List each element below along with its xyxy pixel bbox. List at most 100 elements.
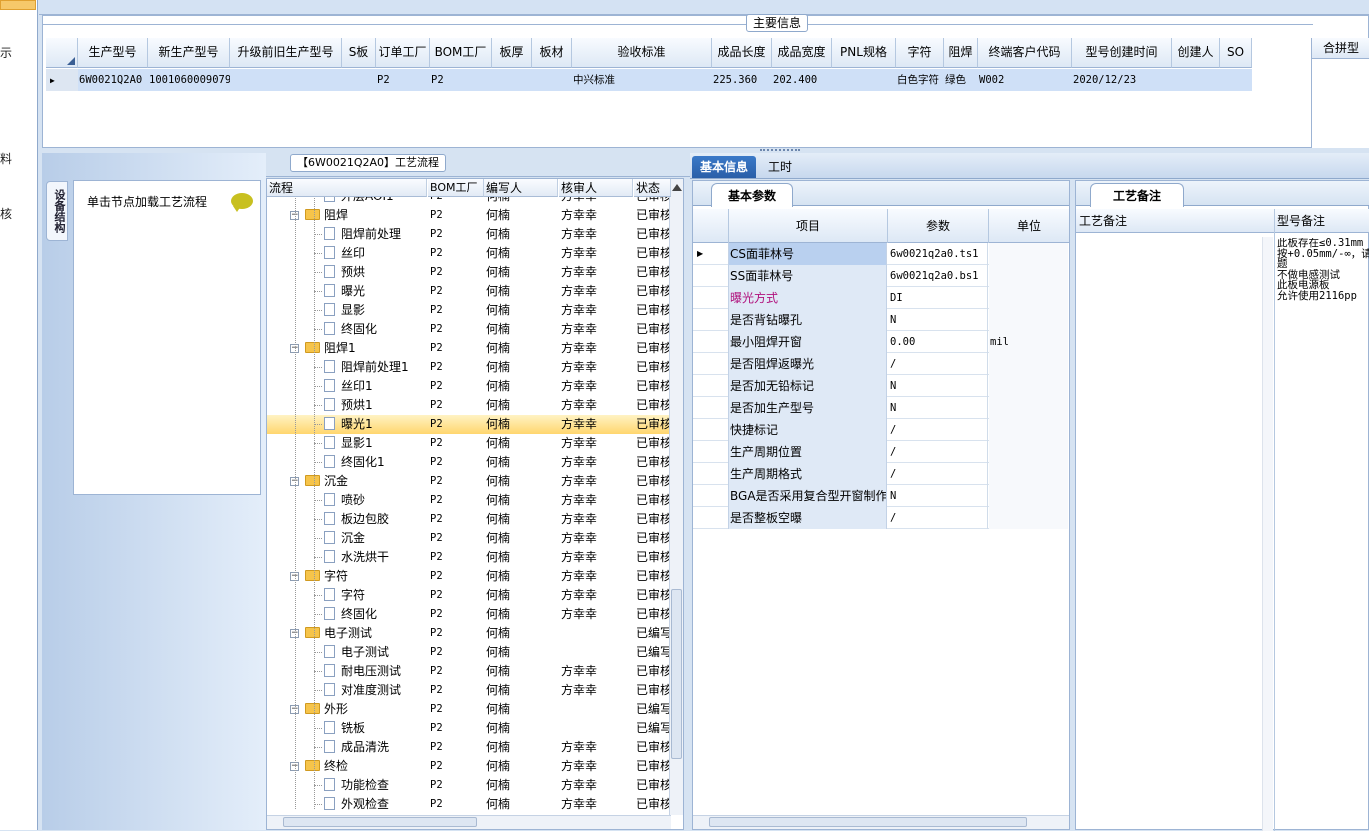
tree-folder-row[interactable]: − 字符 P2 何楠 方幸幸 已审核 (267, 567, 671, 586)
param-value[interactable]: DI (888, 287, 988, 309)
tree-node-row[interactable]: 板边包胶 P2 何楠 方幸幸 已审核 (267, 510, 671, 529)
side-tab-device[interactable]: 设备结构 (46, 181, 68, 241)
param-value[interactable]: / (888, 441, 988, 463)
tree-node-row[interactable]: 曝光 P2 何楠 方幸幸 已审核 (267, 282, 671, 301)
flow-col-3[interactable]: 核审人 (559, 179, 633, 197)
tree-node-row[interactable]: 终固化 P2 何楠 方幸幸 已审核 (267, 320, 671, 339)
tree-node-row[interactable]: 对准度测试 P2 何楠 方幸幸 已审核 (267, 681, 671, 700)
flow-col-2[interactable]: 编写人 (484, 179, 558, 197)
tree-node-row[interactable]: 喷砂 P2 何楠 方幸幸 已审核 (267, 491, 671, 510)
main-info-row[interactable]: ▶ 6W0021Q2A0 10010600090797 P2 P2 中兴标准 225.360… (46, 69, 1252, 91)
param-row[interactable]: 快捷标记 / (693, 419, 1068, 441)
tree-node-row[interactable]: 水洗烘干 P2 何楠 方幸幸 已审核 (267, 548, 671, 567)
flow-col-0[interactable]: 流程 (267, 179, 427, 197)
tree-node-row[interactable]: 显影1 P2 何楠 方幸幸 已审核 (267, 434, 671, 453)
main-col-12[interactable]: PNL规格 (832, 38, 896, 68)
params-col-value[interactable]: 参数 (888, 209, 989, 243)
tree-node-row[interactable]: 阻焊前处理1 P2 何楠 方幸幸 已审核 (267, 358, 671, 377)
tree-node-row[interactable]: 曝光1 P2 何楠 方幸幸 已审核 (267, 415, 671, 434)
param-value[interactable]: / (888, 353, 988, 375)
params-col-item[interactable]: 项目 (729, 209, 888, 243)
main-col-14[interactable]: 阻焊 (944, 38, 978, 68)
param-value[interactable]: 6w0021q2a0.bs1 (888, 265, 988, 287)
params-hscroll[interactable] (693, 815, 1069, 829)
param-value[interactable]: N (888, 485, 988, 507)
tree-node-row[interactable]: 预烘 P2 何楠 方幸幸 已审核 (267, 263, 671, 282)
tab-basic-params[interactable]: 基本参数 (711, 183, 794, 207)
param-row[interactable]: ▶ CS面菲林号 6w0021q2a0.ts1 (693, 243, 1068, 265)
param-value[interactable]: / (888, 463, 988, 485)
notes-vscroll[interactable] (1262, 237, 1273, 831)
main-col-17[interactable]: 创建人 (1172, 38, 1220, 68)
tree-node-row[interactable]: 电子测试 P2 何楠 已编写 (267, 643, 671, 662)
main-col-2[interactable]: 新生产型号 (148, 38, 230, 68)
tree-node-row[interactable]: 丝印 P2 何楠 方幸幸 已审核 (267, 244, 671, 263)
flow-hscroll[interactable] (267, 815, 671, 829)
left-nav-item-1[interactable]: 示 (0, 44, 12, 61)
param-row[interactable]: SS面菲林号 6w0021q2a0.bs1 (693, 265, 1068, 287)
main-col-16[interactable]: 型号创建时间 (1072, 38, 1172, 68)
tree-node-row[interactable]: 铣板 P2 何楠 已编写 (267, 719, 671, 738)
tree-folder-row[interactable]: − 终检 P2 何楠 方幸幸 已审核 (267, 757, 671, 776)
tree-node-row[interactable]: 耐电压测试 P2 何楠 方幸幸 已审核 (267, 662, 671, 681)
param-row[interactable]: 是否加无铅标记 N (693, 375, 1068, 397)
main-col-4[interactable]: S板 (342, 38, 376, 68)
param-row[interactable]: 是否加生产型号 N (693, 397, 1068, 419)
main-info-corner[interactable] (46, 38, 78, 68)
param-row[interactable]: 是否阻焊返曝光 / (693, 353, 1068, 375)
param-row[interactable]: 生产周期位置 / (693, 441, 1068, 463)
tree-folder-row[interactable]: − 外形 P2 何楠 已编写 (267, 700, 671, 719)
tree-node-row[interactable]: 丝印1 P2 何楠 方幸幸 已审核 (267, 377, 671, 396)
tree-node-row[interactable]: 预烘1 P2 何楠 方幸幸 已审核 (267, 396, 671, 415)
main-col-11[interactable]: 成品宽度 (772, 38, 832, 68)
left-nav-item-3[interactable]: 料 (0, 150, 12, 167)
param-value[interactable]: 0.00 (888, 331, 988, 353)
param-value[interactable]: N (888, 375, 988, 397)
main-col-6[interactable]: BOM工厂 (430, 38, 492, 68)
tree-node-row[interactable]: 终固化1 P2 何楠 方幸幸 已审核 (267, 453, 671, 472)
tab-process-notes[interactable]: 工艺备注 (1090, 183, 1185, 207)
tab-work-hours[interactable]: 工时 (760, 156, 800, 178)
main-col-1[interactable]: 生产型号 (78, 38, 148, 68)
main-col-5[interactable]: 订单工厂 (376, 38, 430, 68)
tree-folder-row[interactable]: − 阻焊1 P2 何楠 方幸幸 已审核 (267, 339, 671, 358)
tree-node-row[interactable]: 功能检查 P2 何楠 方幸幸 已审核 (267, 776, 671, 795)
tree-node-row[interactable]: 阻焊前处理 P2 何楠 方幸幸 已审核 (267, 225, 671, 244)
tree-node-row[interactable]: 字符 P2 何楠 方幸幸 已审核 (267, 586, 671, 605)
param-value[interactable]: / (888, 419, 988, 441)
params-col-unit[interactable]: 单位 (989, 209, 1069, 243)
tree-node-row[interactable]: 显影 P2 何楠 方幸幸 已审核 (267, 301, 671, 320)
left-nav-item-4[interactable]: 核 (0, 205, 12, 222)
main-col-13[interactable]: 字符 (896, 38, 944, 68)
param-row[interactable]: 是否背钻曝孔 N (693, 309, 1068, 331)
tree-folder-row[interactable]: − 阻焊 P2 何楠 方幸幸 已审核 (267, 206, 671, 225)
model-notes-text[interactable]: 此板存在≤0.31mm 按+0.05mm/-∞，请题不做电感测试 此板电源板 允许使用… (1277, 238, 1369, 301)
main-col-8[interactable]: 板材 (532, 38, 572, 68)
main-col-7[interactable]: 板厚 (492, 38, 532, 68)
tree-node-row[interactable]: 成品清洗 P2 何楠 方幸幸 已审核 (267, 738, 671, 757)
param-value[interactable]: N (888, 397, 988, 419)
main-col-15[interactable]: 终端客户代码 (978, 38, 1072, 68)
param-row[interactable]: 最小阻焊开窗 0.00 mil (693, 331, 1068, 353)
flow-vscroll[interactable] (669, 179, 683, 815)
tree-node-row[interactable]: 终固化 P2 何楠 方幸幸 已审核 (267, 605, 671, 624)
tab-basic-info[interactable]: 基本信息 (692, 156, 757, 178)
flow-col-4[interactable]: 状态 (634, 179, 671, 197)
tree-node-row[interactable]: 沉金 P2 何楠 方幸幸 已审核 (267, 529, 671, 548)
left-nav-selected[interactable] (0, 0, 36, 10)
param-value[interactable]: 6w0021q2a0.ts1 (888, 243, 988, 265)
main-col-3[interactable]: 升级前旧生产型号 (230, 38, 342, 68)
param-row[interactable]: 是否整板空曝 / (693, 507, 1068, 529)
tree-folder-row[interactable]: − 电子测试 P2 何楠 已编写 (267, 624, 671, 643)
param-row[interactable]: BGA是否采用复合型开窗制作 N (693, 485, 1068, 507)
sort-up-icon[interactable] (672, 184, 682, 191)
param-row[interactable]: 生产周期格式 / (693, 463, 1068, 485)
main-col-18[interactable]: SO (1220, 38, 1252, 68)
param-value[interactable]: / (888, 507, 988, 529)
param-row[interactable]: 曝光方式 DI (693, 287, 1068, 309)
flow-col-1[interactable]: BOM工厂 (428, 179, 484, 197)
main-col-9[interactable]: 验收标准 (572, 38, 712, 68)
tree-node-row[interactable]: 外观检查 P2 何楠 方幸幸 已审核 (267, 795, 671, 813)
main-col-10[interactable]: 成品长度 (712, 38, 772, 68)
tree-folder-row[interactable]: − 沉金 P2 何楠 方幸幸 已审核 (267, 472, 671, 491)
